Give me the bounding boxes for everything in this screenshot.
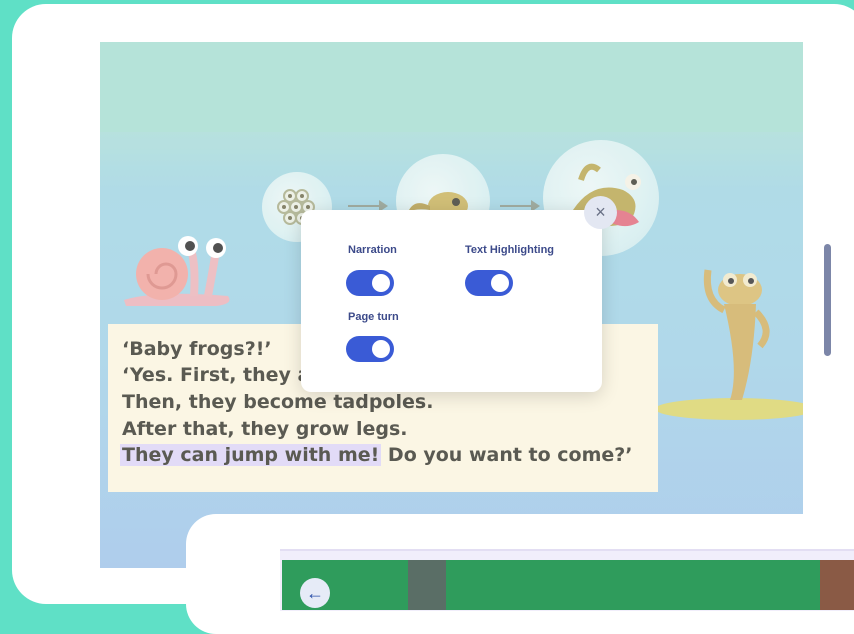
story-line-rest: Do you want to come?’ — [387, 444, 633, 466]
story-line: Then, they become tadpoles. — [122, 391, 434, 413]
toggle-knob — [372, 340, 390, 358]
back-arrow-icon[interactable]: ← — [300, 578, 330, 608]
scrollbar[interactable] — [824, 244, 831, 356]
text-highlighting-label: Text Highlighting — [465, 244, 555, 256]
story-line: After that, they grow legs. — [122, 418, 408, 440]
page-turn-toggle[interactable] — [346, 336, 394, 362]
toggle-knob — [372, 274, 390, 292]
settings-modal: × Narration Text Highlighting Page turn — [301, 196, 617, 392]
page-turn-label: Page turn — [348, 311, 399, 323]
text-highlighting-toggle[interactable] — [465, 270, 513, 296]
close-icon[interactable]: × — [584, 196, 617, 229]
toggle-knob — [491, 274, 509, 292]
story-line: ‘Yes. First, they a — [122, 364, 311, 386]
tree-trunk — [408, 560, 446, 610]
narration-label: Narration — [348, 244, 397, 256]
story-line: ‘Baby frogs?!’ — [122, 338, 272, 360]
tree-trunk — [820, 560, 854, 610]
forest-scene — [282, 560, 854, 610]
narration-toggle[interactable] — [346, 270, 394, 296]
story-line: They can jump with me! Do you want to co… — [120, 444, 633, 466]
highlighted-text: They can jump with me! — [120, 444, 382, 466]
